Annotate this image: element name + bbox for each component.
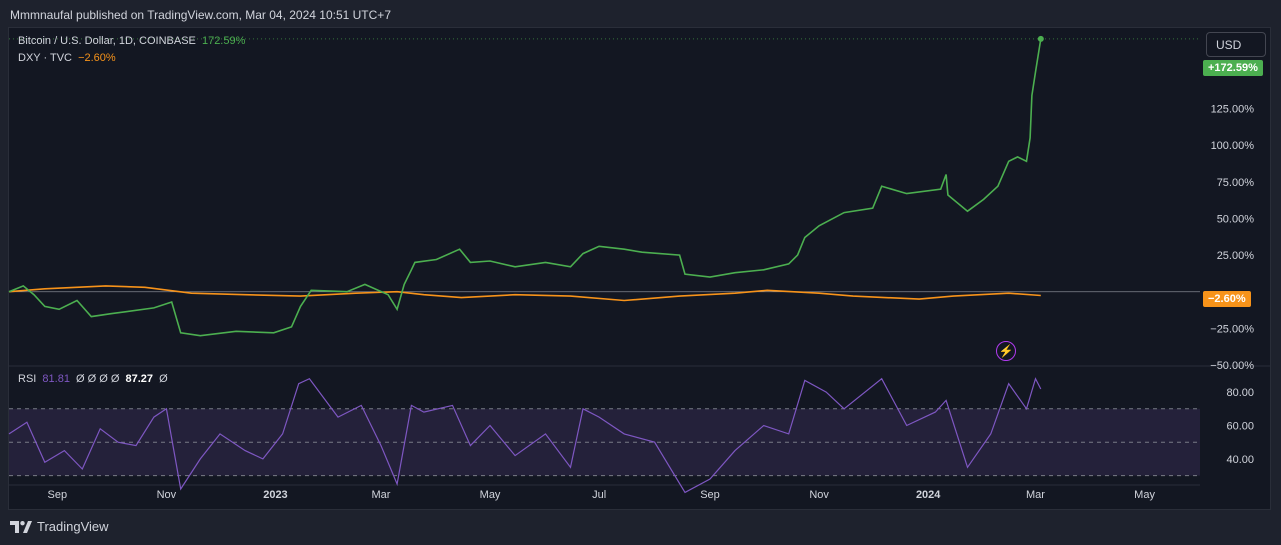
rsi-tick-label-1: 60.00 [1226,421,1254,433]
x-tick-label-7: Nov [809,489,829,501]
main-symbol: Bitcoin / U.S. Dollar, 1D, COINBASE [18,35,196,47]
tradingview-brand[interactable]: TradingView [10,519,109,534]
btc-line [8,38,1042,337]
x-tick-label-2: 2023 [263,489,287,501]
x-tick-label-1: Nov [157,489,177,501]
x-tick-label-4: May [480,489,501,501]
x-tick-label-9: Mar [1026,489,1045,501]
currency-scale-button[interactable]: USD [1206,32,1266,57]
y-tick-label-2: 100.00% [1211,140,1255,152]
compare-legend[interactable]: DXY · TVC −2.60% [18,52,119,64]
btc-last-point [1037,35,1044,42]
btc-last-value-badge: +172.59% [1203,60,1263,76]
brand-label: TradingView [37,519,109,534]
y-tick-label-6: −25.00% [1210,323,1254,335]
compare-symbol: DXY · TVC [18,52,72,64]
main-change-value: 172.59% [201,35,246,47]
chart-canvas[interactable]: 150.00%125.00%100.00%75.00%50.00%25.00%−… [0,0,1281,545]
y-tick-label-7: −50.00% [1210,360,1254,372]
tradingview-logo-icon [10,520,32,533]
x-tick-label-8: 2024 [916,489,941,501]
y-tick-label-5: 25.00% [1217,250,1255,262]
rsi-tick-label-0: 80.00 [1226,387,1254,399]
rsi-placeholder-end: Ø [159,373,168,385]
y-tick-label-4: 50.00% [1217,213,1255,225]
y-tick-label-3: 75.00% [1217,177,1255,189]
main-legend[interactable]: Bitcoin / U.S. Dollar, 1D, COINBASE 172.… [18,35,248,47]
y-tick-label-1: 125.00% [1211,104,1255,116]
rsi-label: RSI [18,373,37,385]
rsi-value: 81.81 [42,373,70,385]
x-tick-label-5: Jul [592,489,606,501]
rsi-legend[interactable]: RSI 81.81 Ø Ø Ø Ø 87.27 Ø [18,373,171,385]
compare-change-value: −2.60% [78,52,116,64]
x-tick-label-6: Sep [700,489,720,501]
rsi-tick-label-2: 40.00 [1226,454,1254,466]
dxy-last-value-badge: −2.60% [1203,291,1251,307]
x-tick-label-10: May [1134,489,1155,501]
dxy-line [8,285,1041,302]
x-tick-label-3: Mar [371,489,390,501]
rsi-value-2: 87.27 [125,373,153,385]
lightning-icon[interactable]: ⚡ [996,341,1016,361]
rsi-placeholders: Ø Ø Ø Ø [76,373,120,385]
x-tick-label-0: Sep [47,489,67,501]
